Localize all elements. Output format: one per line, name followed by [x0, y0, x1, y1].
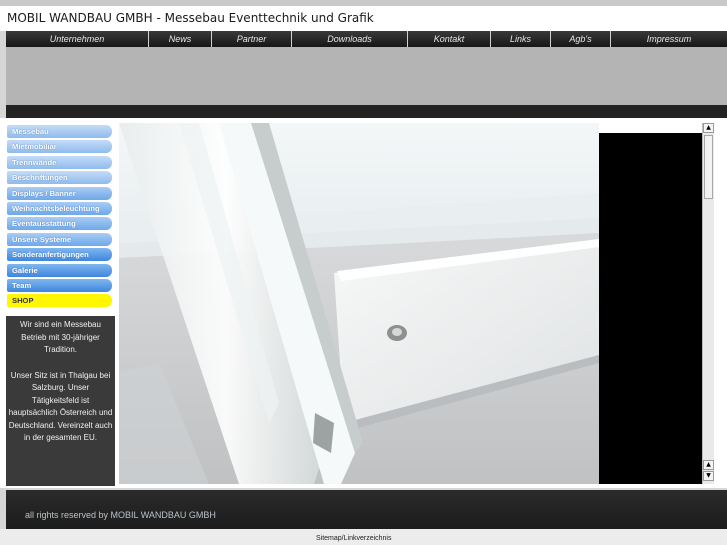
nav-item-news[interactable]: News	[149, 31, 212, 47]
sidebar-item-trennwaende[interactable]: Trennwände	[7, 155, 112, 169]
nav-item-agbs[interactable]: Agb's	[551, 31, 611, 47]
scroll-up-arrow-icon[interactable]: ▲	[703, 123, 714, 133]
site-title: MOBIL WANDBAU GMBH - Messebau Eventtechn…	[7, 11, 374, 25]
nav-item-downloads[interactable]: Downloads	[292, 31, 408, 47]
nav-item-unternehmen[interactable]: Unternehmen	[6, 31, 149, 47]
scrollbar[interactable]: ▲ ▲ ▼	[702, 123, 714, 484]
company-info-box: Wir sind ein Messebau Betrieb mit 30-jäh…	[6, 316, 115, 486]
header-divider	[6, 105, 727, 118]
video-panel	[599, 133, 702, 484]
sidebar-item-sonderanfertigungen[interactable]: Sonderanfertigungen	[7, 248, 112, 262]
header-banner	[6, 47, 727, 105]
nav-item-kontakt[interactable]: Kontakt	[408, 31, 491, 47]
nav-item-partner[interactable]: Partner	[212, 31, 292, 47]
scroll-down-arrow-icon[interactable]: ▼	[703, 471, 714, 481]
company-info-body: Unser Sitz ist in Thalgau bei Salzburg. …	[8, 370, 113, 443]
main-nav: Unternehmen News Partner Downloads Konta…	[6, 31, 727, 47]
footer-copyright: all rights reserved by MOBIL WANDBAU GMB…	[25, 510, 216, 520]
sidebar-item-shop[interactable]: SHOP	[7, 294, 112, 308]
company-info-intro: Wir sind ein Messebau Betrieb mit 30-jäh…	[20, 320, 101, 354]
sidebar-menu: Messebau Mietmobiliar Trennwände Beschri…	[7, 125, 112, 310]
scroll-up-arrow-icon-lower[interactable]: ▲	[703, 460, 714, 470]
nav-item-impressum[interactable]: Impressum	[611, 31, 727, 47]
nav-item-links[interactable]: Links	[491, 31, 551, 47]
sidebar: Messebau Mietmobiliar Trennwände Beschri…	[6, 118, 115, 488]
sidebar-item-galerie[interactable]: Galerie	[7, 263, 112, 277]
sidebar-item-messebau[interactable]: Messebau	[7, 125, 112, 138]
sitemap-link[interactable]: Sitemap/Linkverzeichnis	[316, 535, 391, 542]
sidebar-item-unsere-systeme[interactable]: Unsere Systeme	[7, 232, 112, 246]
scrollbar-thumb[interactable]	[704, 135, 713, 199]
hero-photo-image	[119, 123, 599, 484]
site-header: MOBIL WANDBAU GMBH - Messebau Eventtechn…	[0, 6, 727, 31]
sidebar-item-weihnachtsbeleuchtung[interactable]: Weihnachtsbeleuchtung	[7, 201, 112, 215]
sidebar-item-displays-banner[interactable]: Displays / Banner	[7, 186, 112, 200]
sitemap-bar: Sitemap/Linkverzeichnis	[0, 529, 727, 545]
sidebar-item-beschriftungen[interactable]: Beschriftungen	[7, 171, 112, 185]
sidebar-item-mietmobiliar[interactable]: Mietmobiliar	[7, 140, 112, 154]
footer: all rights reserved by MOBIL WANDBAU GMB…	[6, 490, 727, 529]
sidebar-item-team[interactable]: Team	[7, 278, 112, 292]
sidebar-item-eventausstattung[interactable]: Eventausstattung	[7, 217, 112, 231]
hero-photo	[119, 123, 599, 484]
